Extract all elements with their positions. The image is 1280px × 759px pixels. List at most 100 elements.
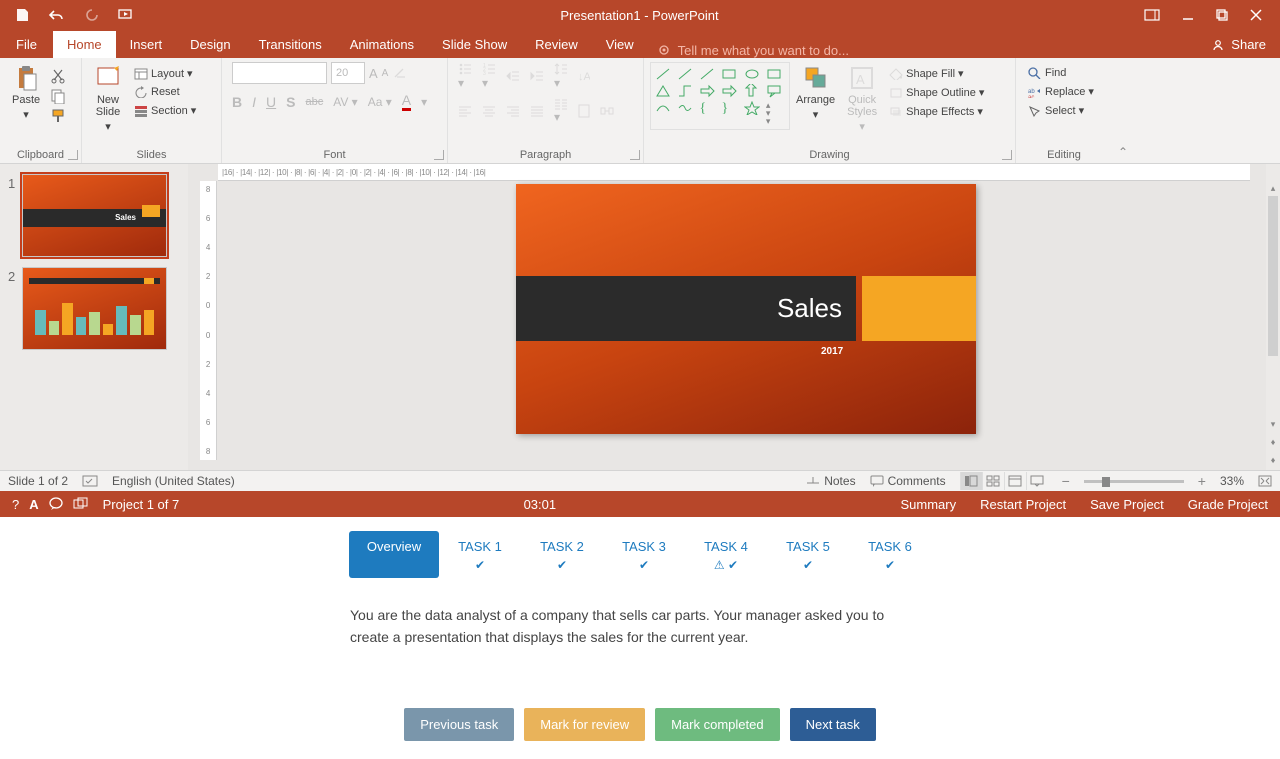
smartart-icon[interactable] (600, 105, 614, 117)
collapse-ribbon-icon[interactable]: ⌃ (1112, 58, 1134, 163)
brace-icon[interactable]: } (721, 101, 740, 125)
tab-task3[interactable]: TASK 3✔ (603, 531, 685, 578)
tab-transitions[interactable]: Transitions (245, 31, 336, 58)
sorter-view-icon[interactable] (982, 472, 1004, 490)
select-button[interactable]: Select ▾ (1026, 103, 1086, 118)
redo-icon[interactable] (85, 8, 99, 22)
windows-icon[interactable] (73, 497, 89, 511)
align-center-icon[interactable] (482, 105, 496, 117)
new-slide-button[interactable]: New Slide ▾ (88, 62, 128, 135)
shapes-gallery[interactable]: { } ▴▾▾ (650, 62, 790, 130)
gallery-scroll-icon[interactable]: ▴▾▾ (766, 101, 785, 125)
share-button[interactable]: Share (1197, 31, 1280, 58)
arrow-icon[interactable] (721, 84, 737, 98)
undo-icon[interactable] (47, 8, 67, 22)
previous-task-button[interactable]: Previous task (404, 708, 514, 741)
arrow-icon[interactable] (699, 84, 715, 98)
help-icon[interactable]: ? (12, 497, 19, 512)
present-icon[interactable] (117, 8, 135, 22)
mark-completed-button[interactable]: Mark completed (655, 708, 779, 741)
oval-icon[interactable] (744, 67, 760, 81)
tab-task2[interactable]: TASK 2✔ (521, 531, 603, 578)
arrange-button[interactable]: Arrange▾ (790, 62, 841, 123)
zoom-out-icon[interactable]: − (1062, 473, 1070, 489)
tab-file[interactable]: File (0, 31, 53, 58)
slide-thumbnail-2[interactable] (22, 267, 167, 350)
dec-indent-icon[interactable] (506, 69, 520, 83)
tab-review[interactable]: Review (521, 31, 592, 58)
grade-link[interactable]: Grade Project (1188, 497, 1268, 512)
grow-font-icon[interactable]: A (369, 66, 378, 81)
tab-slideshow[interactable]: Slide Show (428, 31, 521, 58)
tab-task6[interactable]: TASK 6✔ (849, 531, 931, 578)
dialog-launcher-icon[interactable] (630, 150, 640, 160)
tab-task5[interactable]: TASK 5✔ (767, 531, 849, 578)
triangle-icon[interactable] (655, 84, 671, 98)
spell-check-icon[interactable] (82, 474, 98, 488)
save-link[interactable]: Save Project (1090, 497, 1164, 512)
star-icon[interactable] (744, 101, 760, 115)
shape-fill-button[interactable]: Shape Fill ▾ (887, 66, 986, 81)
shadow-icon[interactable]: S (286, 94, 295, 110)
dialog-launcher-icon[interactable] (68, 150, 78, 160)
shrink-font-icon[interactable]: A (382, 68, 389, 79)
curve-icon[interactable] (677, 101, 693, 115)
save-icon[interactable] (15, 8, 29, 22)
tab-insert[interactable]: Insert (116, 31, 177, 58)
bold-icon[interactable]: B (232, 94, 242, 110)
slide-1[interactable]: Sales 2017 (516, 184, 976, 434)
fit-window-icon[interactable] (1258, 475, 1272, 487)
tell-me[interactable]: Tell me what you want to do... (648, 43, 859, 58)
font-size-input[interactable] (331, 62, 365, 84)
copy-icon[interactable] (50, 88, 66, 104)
arc-icon[interactable] (655, 101, 671, 115)
ribbon-options-icon[interactable] (1144, 9, 1160, 21)
text-direction-icon[interactable]: ↓A (578, 69, 590, 83)
case-icon[interactable]: Aa ▾ (368, 95, 392, 109)
rect-icon[interactable] (766, 67, 782, 81)
align-text-icon[interactable] (578, 104, 590, 118)
connector-icon[interactable] (677, 84, 693, 98)
vertical-scrollbar[interactable]: ▴ ▾ ♦ ♦ (1266, 164, 1280, 470)
chat-icon[interactable] (49, 497, 63, 511)
slideshow-view-icon[interactable] (1026, 472, 1048, 490)
slide-counter[interactable]: Slide 1 of 2 (8, 474, 68, 488)
shape-outline-button[interactable]: Shape Outline ▾ (887, 85, 986, 100)
align-left-icon[interactable] (458, 105, 472, 117)
clear-format-icon[interactable] (392, 66, 406, 80)
strike-icon[interactable]: abc (305, 96, 323, 108)
tab-overview[interactable]: Overview (349, 531, 439, 578)
next-task-button[interactable]: Next task (790, 708, 876, 741)
reset-button[interactable]: Reset (132, 85, 198, 99)
language-status[interactable]: English (United States) (112, 474, 235, 488)
zoom-in-icon[interactable]: + (1198, 473, 1206, 489)
section-button[interactable]: Section ▾ (132, 103, 198, 118)
comments-button[interactable]: Comments (870, 474, 946, 488)
underline-icon[interactable]: U (266, 94, 276, 110)
maximize-icon[interactable] (1216, 9, 1228, 21)
shape-effects-button[interactable]: Shape Effects ▾ (887, 104, 986, 119)
bullets-icon[interactable]: ▾ (458, 62, 472, 90)
replace-button[interactable]: abacReplace ▾ (1026, 84, 1096, 99)
layout-button[interactable]: Layout ▾ (132, 66, 198, 81)
tab-task1[interactable]: TASK 1✔ (439, 531, 521, 578)
dialog-launcher-icon[interactable] (1002, 150, 1012, 160)
tab-home[interactable]: Home (53, 31, 116, 58)
zoom-level[interactable]: 33% (1220, 474, 1244, 488)
slide-canvas[interactable]: |16| · |14| · |12| · |10| · |8| · |6| · … (188, 164, 1280, 470)
font-family-input[interactable] (232, 62, 327, 84)
paste-button[interactable]: Paste ▾ (6, 62, 46, 123)
line-icon[interactable] (677, 67, 693, 81)
font-color-icon[interactable]: A (402, 92, 411, 111)
inc-indent-icon[interactable] (530, 69, 544, 83)
font-icon[interactable]: A (29, 497, 38, 512)
zoom-slider[interactable] (1084, 480, 1184, 483)
cut-icon[interactable] (50, 68, 66, 84)
tab-view[interactable]: View (592, 31, 648, 58)
numbering-icon[interactable]: 123▾ (482, 62, 496, 90)
rect-icon[interactable] (721, 67, 737, 81)
notes-button[interactable]: Notes (806, 474, 855, 488)
format-painter-icon[interactable] (50, 108, 66, 124)
normal-view-icon[interactable] (960, 472, 982, 490)
line-icon[interactable] (655, 67, 671, 81)
